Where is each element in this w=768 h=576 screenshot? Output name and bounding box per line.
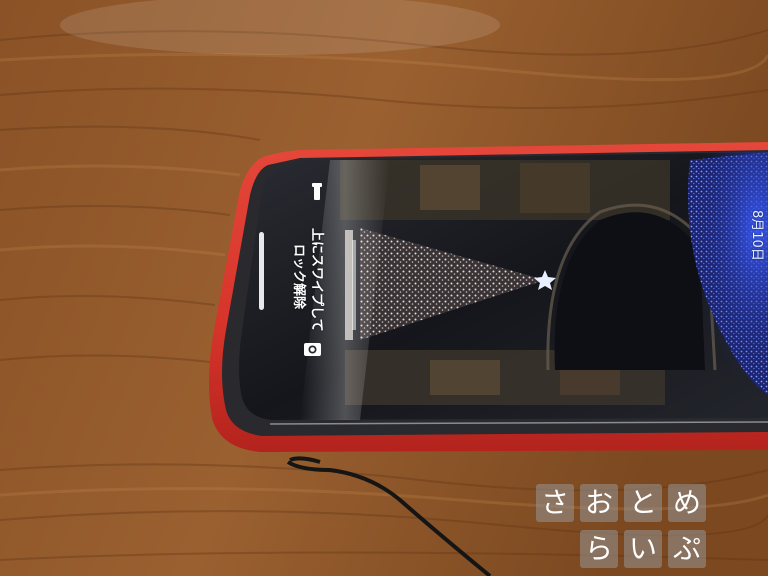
camera-icon[interactable]: [304, 343, 321, 356]
watermark-char: お: [580, 484, 618, 522]
watermark-char: め: [668, 484, 706, 522]
swipe-hint-line1: 上にスワイプして: [309, 228, 324, 332]
watermark-char: さ: [536, 484, 574, 522]
blue-glow: [660, 152, 768, 412]
watermark-char: い: [624, 530, 662, 568]
swipe-hint-line2: ロック解除: [291, 244, 306, 310]
home-indicator[interactable]: [259, 232, 264, 310]
watermark-char: ら: [580, 530, 618, 568]
watermark-char: と: [624, 484, 662, 522]
watermark-char: ぷ: [668, 530, 706, 568]
lock-screen-date: 8月10日: [749, 210, 764, 261]
